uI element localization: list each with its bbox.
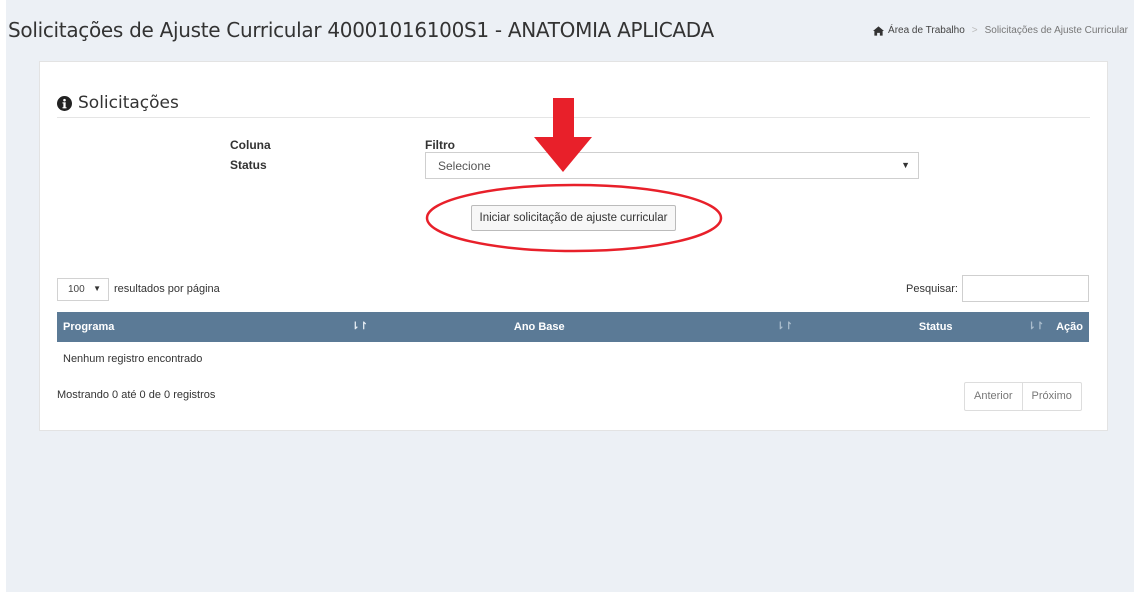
previous-page-button[interactable]: Anterior <box>965 383 1022 410</box>
status-filter-label: Status <box>230 158 267 172</box>
breadcrumb-home-link[interactable]: Área de Trabalho <box>888 25 965 36</box>
panel-title: Solicitações <box>78 93 179 113</box>
page-length-label: resultados por página <box>114 283 220 295</box>
solicitacoes-panel: Solicitações Coluna Status Filtro Seleci… <box>39 61 1108 431</box>
sort-icon: ⇂↾ <box>776 321 793 332</box>
home-icon <box>873 25 885 36</box>
column-header-status[interactable]: Status ⇂↾ <box>798 312 1051 342</box>
panel-header: Solicitações <box>57 89 1090 118</box>
column-header-acao: Ação <box>1050 312 1089 342</box>
column-label: Programa <box>63 321 115 333</box>
table-row: Nenhum registro encontrado <box>57 342 1089 376</box>
info-circle-icon <box>57 95 72 111</box>
chevron-down-icon: ▼ <box>93 284 101 293</box>
coluna-header: Coluna <box>230 138 271 152</box>
breadcrumb: Área de Trabalho > Solicitações de Ajust… <box>873 25 1128 36</box>
pagination: Anterior Próximo <box>964 382 1082 411</box>
page-length-select[interactable]: 100 ▼ <box>57 278 109 301</box>
search-label: Pesquisar: <box>906 283 958 295</box>
left-edge <box>0 0 6 592</box>
column-label: Ano Base <box>513 321 565 333</box>
status-filter-value: Selecione <box>438 159 491 173</box>
start-request-button[interactable]: Iniciar solicitação de ajuste curricular <box>471 205 676 231</box>
sort-asc-icon: ⇂↾ <box>351 321 368 332</box>
next-page-button[interactable]: Próximo <box>1021 383 1081 410</box>
breadcrumb-separator: > <box>971 25 978 36</box>
search-input[interactable] <box>962 275 1089 302</box>
column-label: Status <box>918 321 953 333</box>
breadcrumb-current: Solicitações de Ajuste Curricular <box>984 25 1128 36</box>
column-header-ano-base[interactable]: Ano Base ⇂↾ <box>373 312 799 342</box>
filtro-header: Filtro <box>425 138 455 152</box>
column-label: Ação <box>1056 321 1083 333</box>
table-info: Mostrando 0 até 0 de 0 registros <box>57 389 216 401</box>
chevron-down-icon: ▼ <box>901 160 910 170</box>
requests-table: Programa ⇂↾ Ano Base ⇂↾ Status ⇂↾ Ação N… <box>57 312 1089 376</box>
table-header-row: Programa ⇂↾ Ano Base ⇂↾ Status ⇂↾ Ação <box>57 312 1089 342</box>
status-filter-select[interactable]: Selecione ▼ <box>425 152 919 179</box>
page-title: Solicitações de Ajuste Curricular 400010… <box>8 18 714 42</box>
page-length-value: 100 <box>68 284 85 295</box>
empty-table-message: Nenhum registro encontrado <box>63 353 203 365</box>
column-header-programa[interactable]: Programa ⇂↾ <box>57 312 374 342</box>
sort-icon: ⇂↾ <box>1027 321 1045 332</box>
